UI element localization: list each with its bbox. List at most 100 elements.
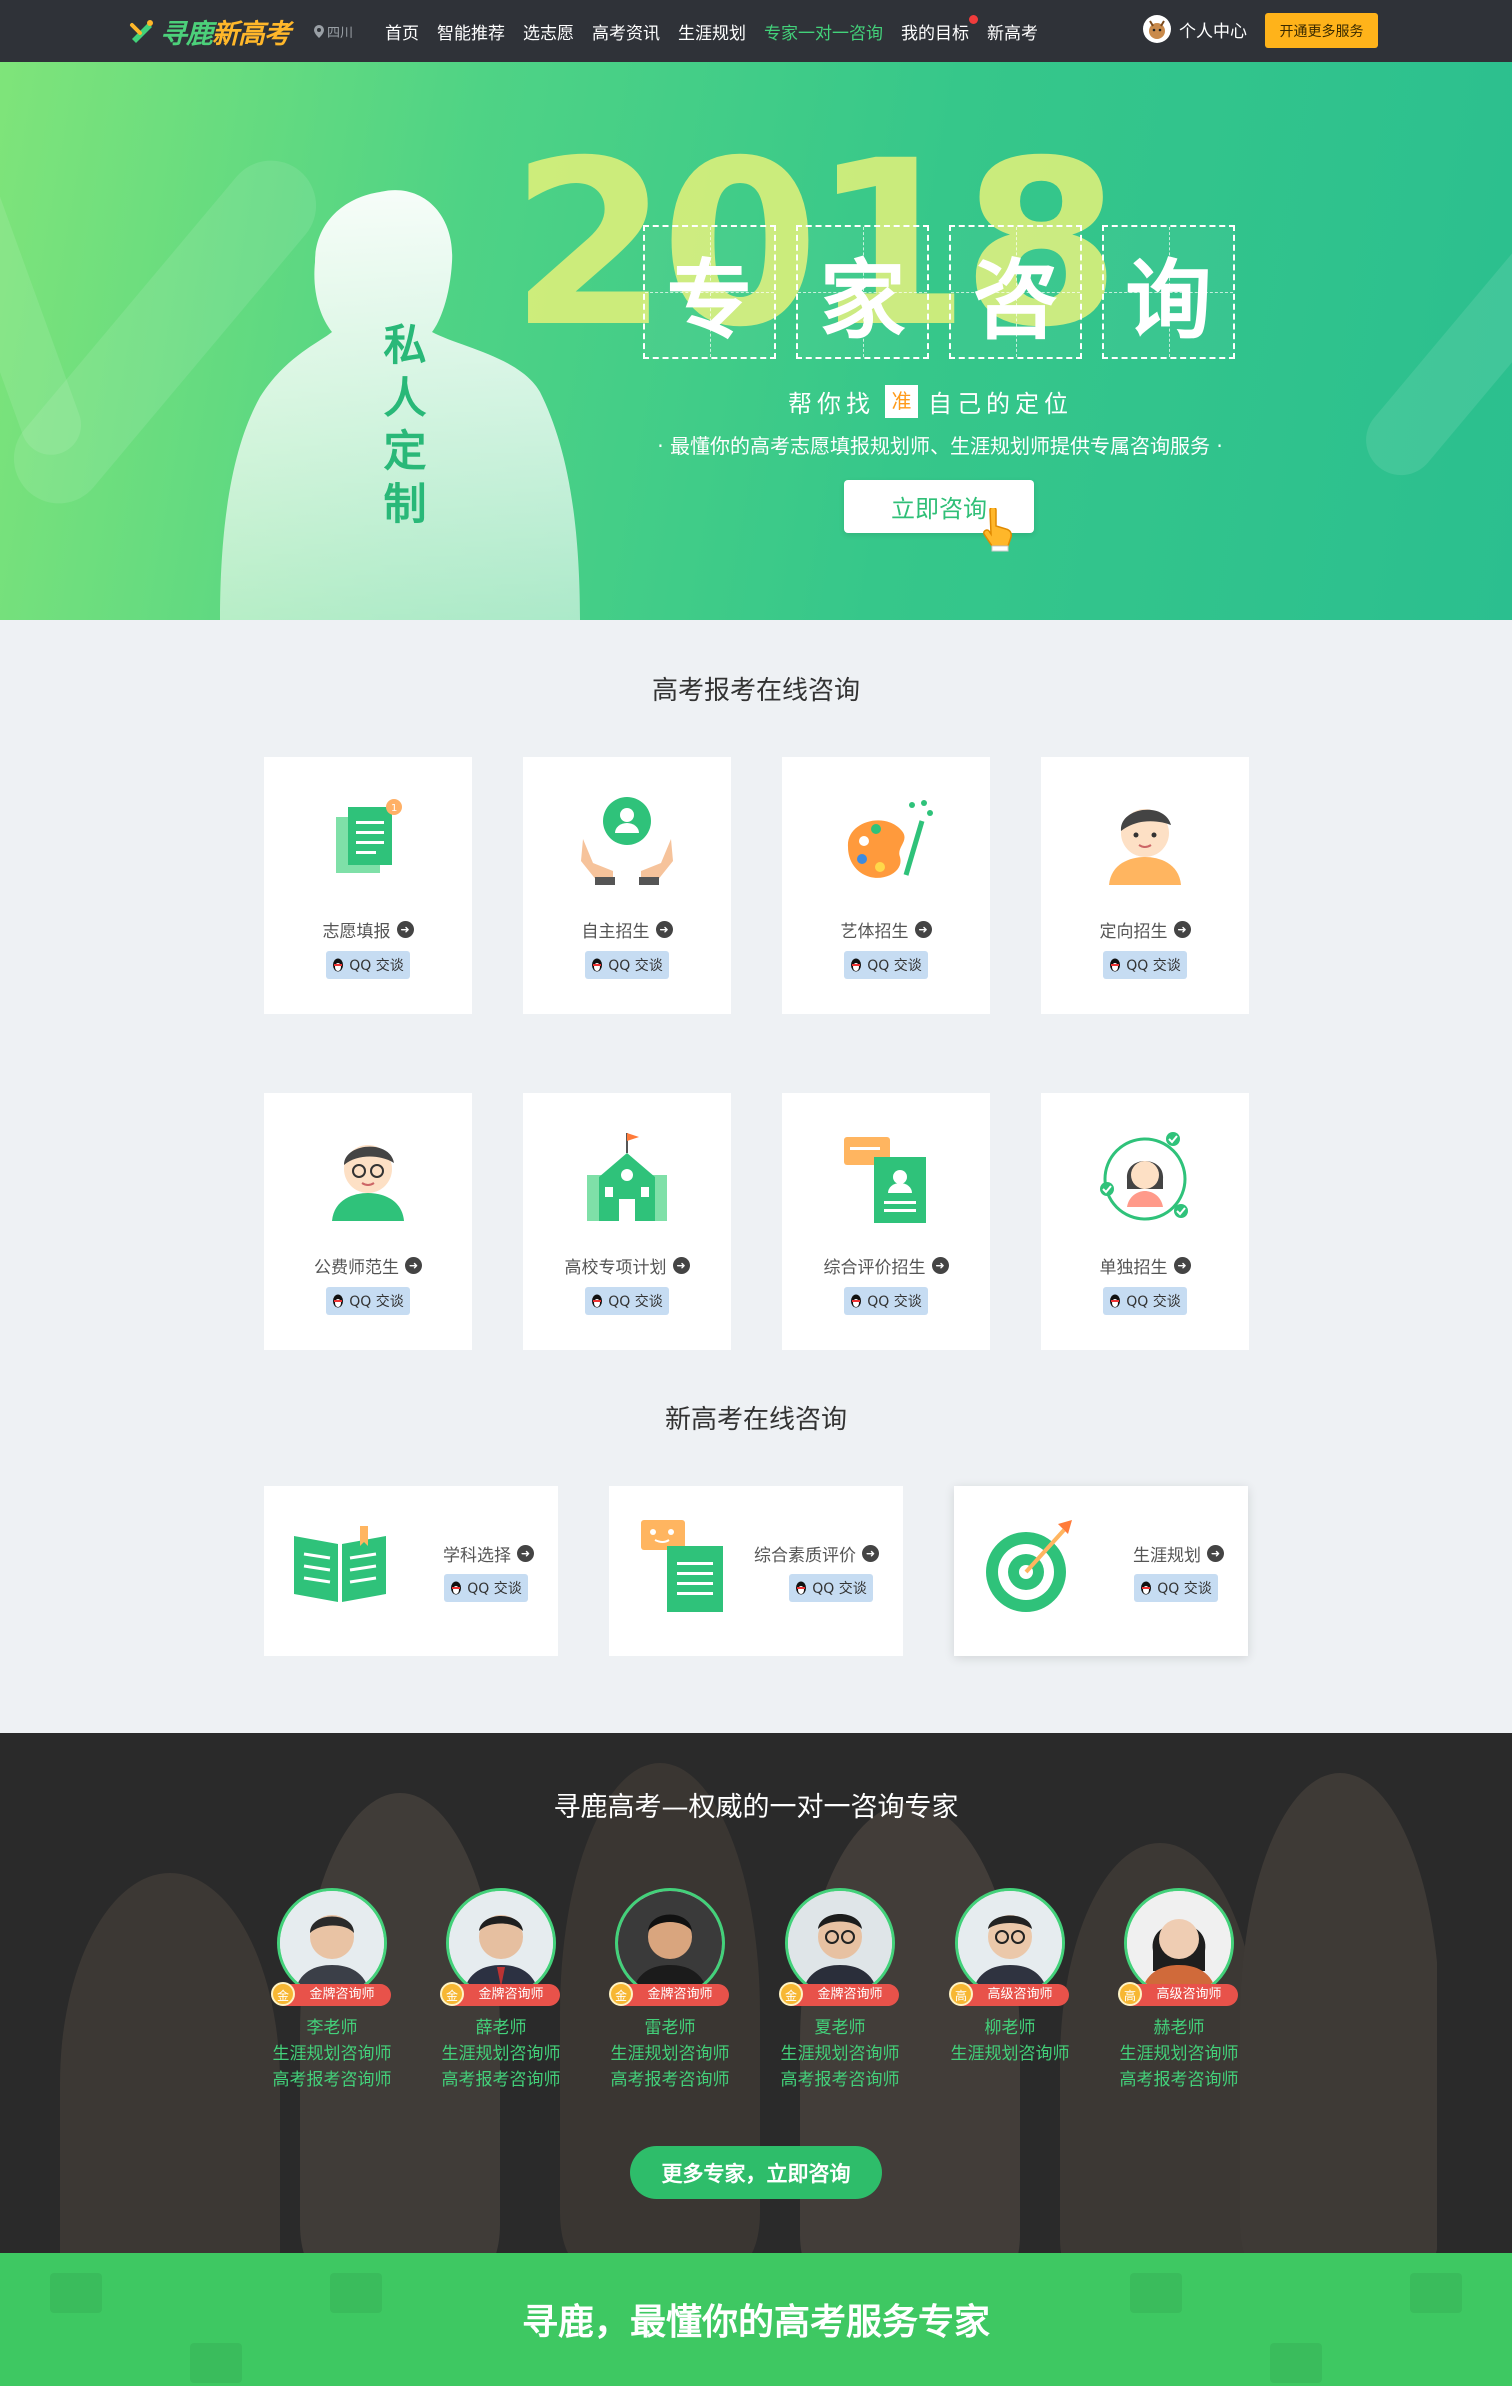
title-char-box: 家: [796, 225, 929, 359]
consult-card[interactable]: 高校专项计划 ➜ QQ 交谈: [523, 1093, 731, 1350]
medal-icon: 金: [779, 1982, 803, 2006]
nav-my-goal[interactable]: 我的目标: [901, 14, 978, 44]
expert-portrait-icon: [958, 1891, 1062, 1995]
teacher-glasses-icon: [332, 1145, 404, 1221]
pattern-tile: [1270, 2343, 1322, 2383]
expert-card[interactable]: 金金牌咨询师 雷老师 生涯规划咨询师 高考报考咨询师: [595, 1888, 745, 2093]
qq-chat-button[interactable]: QQ 交谈: [585, 951, 669, 979]
qq-chat-button[interactable]: QQ 交谈: [326, 1287, 410, 1315]
consult-card[interactable]: 自主招生 ➜ QQ 交谈: [523, 757, 731, 1014]
qq-chat-button[interactable]: QQ 交谈: [444, 1574, 528, 1602]
document-chat-icon: [641, 1520, 723, 1612]
nav-choose-volunteer[interactable]: 选志愿: [523, 19, 574, 44]
new-gaokao-card[interactable]: 综合素质评价 ➜ QQ 交谈: [609, 1486, 903, 1656]
footer-slogan: 寻鹿，最懂你的高考服务专家: [521, 2302, 990, 2343]
nav-my-goal-label: 我的目标: [901, 23, 969, 44]
title-char-box: 咨: [949, 225, 1082, 359]
background-crowd-figure: [60, 1873, 280, 2253]
nav-new-gaokao[interactable]: 新高考: [987, 19, 1038, 44]
vertical-char: 私: [383, 321, 427, 371]
expert-portrait-icon: [788, 1891, 892, 1995]
location-selector[interactable]: 四川: [314, 22, 353, 41]
expert-photo: [277, 1888, 387, 1998]
qq-penguin-icon: [592, 958, 603, 971]
vertical-char: 定: [383, 427, 427, 477]
nav-smart-recommend[interactable]: 智能推荐: [437, 19, 505, 44]
expert-card[interactable]: 高高级咨询师 柳老师 生涯规划咨询师: [935, 1888, 1085, 2067]
logo-text: 寻鹿新高考: [160, 18, 291, 50]
decor-stripe: [0, 160, 90, 464]
consult-card[interactable]: 单独招生 ➜ QQ 交谈: [1041, 1093, 1249, 1350]
expert-card[interactable]: 金金牌咨询师 夏老师 生涯规划咨询师 高考报考咨询师: [765, 1888, 915, 2093]
expert-role: 生涯规划咨询师: [1119, 2044, 1239, 2064]
user-center[interactable]: 个人中心: [1143, 15, 1247, 43]
new-gaokao-card[interactable]: 生涯规划 ➜ QQ 交谈: [954, 1486, 1248, 1656]
expert-card[interactable]: 金金牌咨询师 薛老师 生涯规划咨询师 高考报考咨询师: [426, 1888, 576, 2093]
background-crowd-figure: [1240, 1773, 1440, 2253]
expert-card[interactable]: 高高级咨询师 赫老师 生涯规划咨询师 高考报考咨询师: [1104, 1888, 1254, 2093]
qq-penguin-icon: [1141, 1581, 1152, 1594]
qq-penguin-icon: [451, 1581, 462, 1594]
open-book-icon: [294, 1526, 386, 1602]
qq-penguin-icon: [1110, 1294, 1121, 1307]
qq-penguin-icon: [592, 1294, 603, 1307]
arrow-right-icon: ➜: [396, 921, 414, 938]
arrow-right-icon: ➜: [1207, 1545, 1224, 1562]
qq-penguin-icon: [333, 1294, 344, 1307]
open-services-button[interactable]: 开通更多服务: [1265, 13, 1378, 48]
qq-chat-button[interactable]: QQ 交谈: [1103, 1287, 1187, 1315]
card-label: 自主招生 ➜: [523, 917, 731, 942]
qq-chat-button[interactable]: QQ 交谈: [1103, 951, 1187, 979]
qq-chat-button[interactable]: QQ 交谈: [1134, 1574, 1218, 1602]
main-menu: 首页 智能推荐 选志愿 高考资讯 生涯规划 专家一对一咨询 我的目标 新高考: [385, 0, 1056, 62]
nav-home[interactable]: 首页: [385, 19, 419, 44]
pattern-tile: [190, 2343, 242, 2383]
boy-avatar-icon: [1109, 809, 1181, 885]
footer-banner: 寻鹿，最懂你的高考服务专家: [0, 2253, 1512, 2386]
consult-card[interactable]: 1 志愿填报 ➜ QQ 交谈: [264, 757, 472, 1014]
school-building-icon: [587, 1133, 667, 1221]
nav-gaokao-news[interactable]: 高考资讯: [592, 19, 660, 44]
expert-photo: [446, 1888, 556, 1998]
expert-photo: [1124, 1888, 1234, 1998]
new-gaokao-card[interactable]: 学科选择 ➜ QQ 交谈: [264, 1486, 558, 1656]
medal-icon: 高: [949, 1982, 973, 2006]
arrow-right-icon: ➜: [1173, 921, 1191, 938]
experts-title: 寻鹿高考—权威的一对一咨询专家: [553, 1792, 959, 1823]
consult-card[interactable]: 定向招生 ➜ QQ 交谈: [1041, 757, 1249, 1014]
expert-badge: 金金牌咨询师: [609, 1982, 729, 2006]
target-icon: [986, 1520, 1072, 1612]
qq-chat-button[interactable]: QQ 交谈: [844, 951, 928, 979]
medal-icon: 高: [1118, 1982, 1142, 2006]
medal-icon: 金: [440, 1982, 464, 2006]
expert-name: 赫老师: [1153, 2018, 1205, 2038]
arrow-right-icon: ➜: [1173, 1257, 1191, 1274]
qq-chat-button[interactable]: QQ 交谈: [326, 951, 410, 979]
card-label: 公费师范生 ➜: [264, 1253, 472, 1278]
notification-dot: [969, 14, 978, 24]
qq-chat-button[interactable]: QQ 交谈: [789, 1574, 873, 1602]
nav-career-planning[interactable]: 生涯规划: [678, 19, 746, 44]
expert-role: 高考报考咨询师: [1119, 2070, 1239, 2090]
expert-card[interactable]: 金金牌咨询师 李老师 生涯规划咨询师 高考报考咨询师: [257, 1888, 407, 2093]
qq-penguin-icon: [851, 958, 862, 971]
arrow-right-icon: ➜: [931, 1257, 949, 1274]
consult-card[interactable]: 综合评价招生 ➜ QQ 交谈: [782, 1093, 990, 1350]
deer-avatar-icon: [1149, 20, 1165, 39]
expert-role: 高考报考咨询师: [780, 2070, 900, 2090]
more-experts-button[interactable]: 更多专家，立即咨询: [630, 2146, 882, 2199]
qq-chat-button[interactable]: QQ 交谈: [844, 1287, 928, 1315]
consult-card[interactable]: 公费师范生 ➜ QQ 交谈: [264, 1093, 472, 1350]
arrow-right-icon: ➜: [655, 921, 673, 938]
section-title-new-gaokao: 新高考在线咨询: [664, 1405, 847, 1435]
card-label: 学科选择 ➜: [443, 1541, 534, 1566]
site-logo[interactable]: 寻鹿新高考: [128, 14, 291, 50]
expert-role: 生涯规划咨询师: [610, 2044, 730, 2064]
nav-expert-consult[interactable]: 专家一对一咨询: [764, 19, 883, 44]
hands-person-icon: [581, 797, 673, 885]
qq-chat-button[interactable]: QQ 交谈: [585, 1287, 669, 1315]
expert-name: 薛老师: [475, 2018, 527, 2038]
expert-role: 高考报考咨询师: [272, 2070, 392, 2090]
consult-card[interactable]: 艺体招生 ➜ QQ 交谈: [782, 757, 990, 1014]
expert-photo: [615, 1888, 725, 1998]
